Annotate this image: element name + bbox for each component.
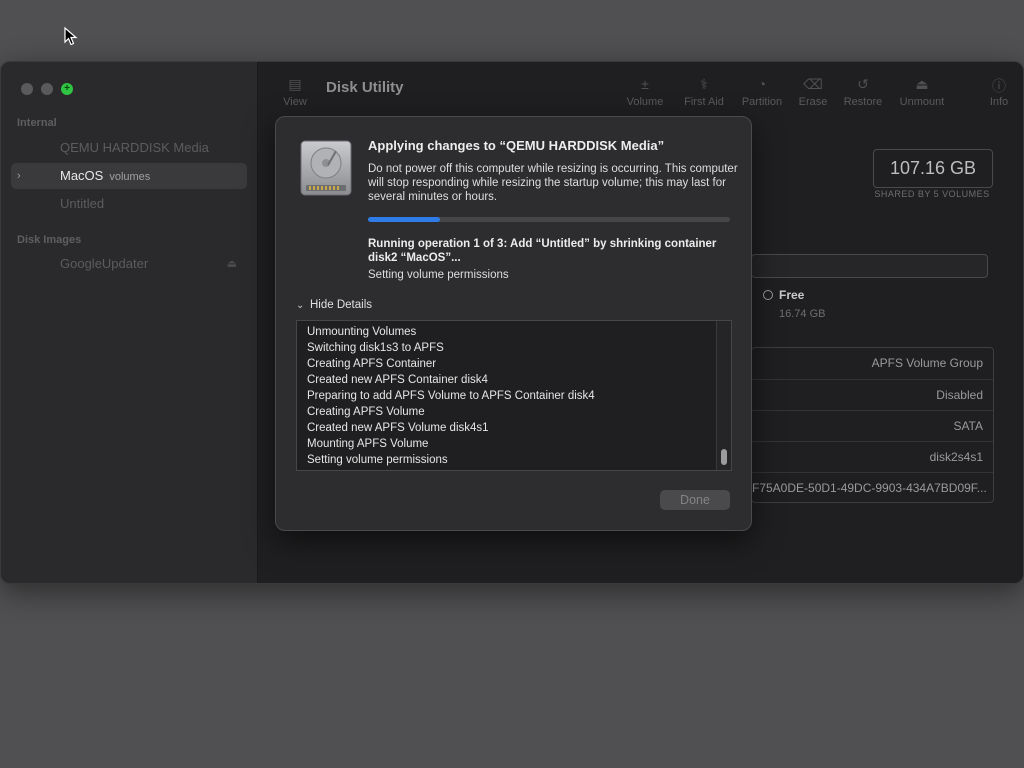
sidebar-item-label: QEMU HARDDISK Media xyxy=(60,140,209,155)
stethoscope-icon: ⚕ xyxy=(700,76,708,92)
log-scrollbar[interactable] xyxy=(716,321,731,470)
pie-icon: ◔ xyxy=(757,76,767,92)
info-row: F75A0DE-50D1-49DC-9903-434A7BD09F... xyxy=(752,472,993,504)
sidebar-item-label: MacOS xyxy=(60,168,104,183)
operation-text: Running operation 1 of 3: Add “Untitled”… xyxy=(368,238,717,264)
minimize-window-button[interactable] xyxy=(41,83,53,95)
done-button[interactable]: Done xyxy=(660,490,730,510)
zoom-window-button[interactable]: + xyxy=(61,83,73,95)
log-scrollbar-thumb[interactable] xyxy=(721,449,727,465)
restore-button[interactable]: ↺ Restore xyxy=(840,76,886,108)
sidebar-item-qemu-harddisk[interactable]: QEMU HARDDISK Media xyxy=(11,135,247,161)
sidebar-item-macos[interactable]: › MacOS volumes xyxy=(11,163,247,189)
sidebar-item-googleupdater[interactable]: GoogleUpdater ⏏ xyxy=(11,251,247,277)
toolbar: ▤ View Disk Utility ± Volume ⚕ First Aid… xyxy=(258,62,1023,114)
free-value: 16.74 GB xyxy=(779,308,826,320)
free-label: Free xyxy=(779,288,805,302)
progress-bar-fill xyxy=(368,217,441,222)
plus-minus-icon: ± xyxy=(641,76,649,92)
sidebar-section-internal: Internal xyxy=(17,117,57,129)
restore-icon: ↺ xyxy=(857,76,869,92)
sidebar-item-untitled[interactable]: Untitled xyxy=(11,191,247,217)
mouse-pointer-icon xyxy=(64,27,78,46)
info-value: Disabled xyxy=(936,388,983,402)
sidebar-icon: ▤ xyxy=(288,76,302,92)
log-line: Created new APFS Container disk4 xyxy=(307,374,488,386)
first-aid-button[interactable]: ⚕ First Aid xyxy=(679,76,729,108)
log-line: Creating APFS Volume xyxy=(307,406,425,418)
info-icon: ⓘ xyxy=(992,78,1006,94)
volume-info-table: APFS Volume Group Disabled SATA disk2s4s… xyxy=(751,347,994,503)
volume-button[interactable]: ± Volume xyxy=(623,76,667,108)
details-toggle-label: Hide Details xyxy=(310,299,372,311)
info-value: SATA xyxy=(953,419,983,433)
eject-icon: ⏏ xyxy=(915,76,929,92)
operation-status: Setting volume permissions xyxy=(368,269,509,281)
sidebar-section-disk-images: Disk Images xyxy=(17,234,82,246)
free-legend-dot xyxy=(763,290,773,300)
capacity-value: 107.16 GB xyxy=(873,149,993,188)
dialog-title: Applying changes to “QEMU HARDDISK Media… xyxy=(368,138,665,153)
chevron-right-icon[interactable]: › xyxy=(17,163,21,189)
log-line: Switching disk1s3 to APFS xyxy=(307,342,444,354)
hard-drive-icon xyxy=(300,140,352,196)
erase-button[interactable]: ⌫ Erase xyxy=(795,76,831,108)
close-window-button[interactable] xyxy=(21,83,33,95)
log-line: Preparing to add APFS Volume to APFS Con… xyxy=(307,390,595,402)
info-row: disk2s4s1 xyxy=(752,441,993,473)
sidebar-item-label: Untitled xyxy=(60,196,105,211)
info-value: F75A0DE-50D1-49DC-9903-434A7BD09F... xyxy=(752,481,987,495)
sidebar-item-label: GoogleUpdater xyxy=(60,256,149,271)
log-line: Creating APFS Container xyxy=(307,358,437,370)
window-title: Disk Utility xyxy=(326,79,404,96)
info-row: Disabled xyxy=(752,379,993,411)
info-value: disk2s4s1 xyxy=(929,450,983,464)
progress-bar xyxy=(368,217,730,222)
usage-bar xyxy=(751,254,988,278)
info-value: APFS Volume Group xyxy=(871,356,983,370)
info-row: APFS Volume Group xyxy=(752,348,993,379)
details-log[interactable]: Unmounting Volumes Switching disk1s3 to … xyxy=(296,320,732,471)
capacity-subtitle: SHARED BY 5 VOLUMES xyxy=(874,189,990,199)
info-row: SATA xyxy=(752,410,993,442)
log-line: Setting volume permissions xyxy=(307,454,448,466)
unmount-button[interactable]: ⏏ Unmount xyxy=(896,76,948,108)
partition-button[interactable]: ◔ Partition xyxy=(737,76,787,108)
log-line: Created new APFS Volume disk4s1 xyxy=(307,422,489,434)
apply-changes-dialog: Applying changes to “QEMU HARDDISK Media… xyxy=(275,116,752,531)
chevron-down-icon: ⌄ xyxy=(296,300,305,311)
log-line: Mounting APFS Volume xyxy=(307,438,429,450)
erase-icon: ⌫ xyxy=(803,76,823,92)
sidebar-item-sublabel: volumes xyxy=(109,171,151,183)
plus-icon: + xyxy=(64,83,70,94)
log-line: Unmounting Volumes xyxy=(307,326,417,338)
eject-icon[interactable]: ⏏ xyxy=(227,251,237,277)
hide-details-toggle[interactable]: ⌄ Hide Details xyxy=(296,299,372,311)
view-button[interactable]: ▤ View xyxy=(278,76,312,108)
info-button[interactable]: ⓘ Info xyxy=(986,76,1012,108)
sidebar: + Internal QEMU HARDDISK Media › MacOS vo… xyxy=(1,62,258,583)
dialog-message: Do not power off this computer while res… xyxy=(368,163,738,203)
